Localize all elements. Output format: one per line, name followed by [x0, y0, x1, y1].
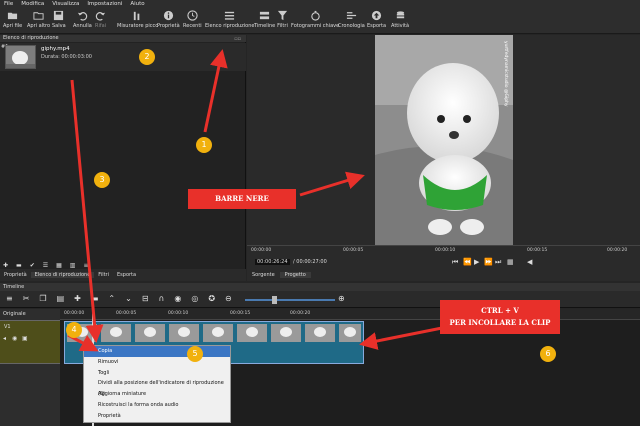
- arrow-to-black-bars: [299, 171, 365, 197]
- badge-5: 5: [187, 346, 203, 362]
- paste-hint-box: CTRL + V PER INCOLLARE LA CLIP: [440, 300, 560, 334]
- paste-clip-label: PER INCOLLARE LA CLIP: [449, 318, 551, 327]
- badge-2: 2: [139, 49, 155, 65]
- badge-3: 3: [94, 172, 110, 188]
- barre-nere-label: BARRE NERE: [188, 189, 296, 209]
- ctrl-v-label: CTRL + V: [481, 306, 519, 315]
- arrow-to-clip-end: [359, 326, 443, 350]
- badge-6: 6: [540, 346, 556, 362]
- arrow-to-playlist-button: [203, 49, 228, 133]
- badge-4: 4: [66, 322, 82, 338]
- badge-1: 1: [196, 137, 212, 153]
- annotation-arrows: [67, 49, 443, 352]
- arrow-to-timeline: [70, 79, 104, 343]
